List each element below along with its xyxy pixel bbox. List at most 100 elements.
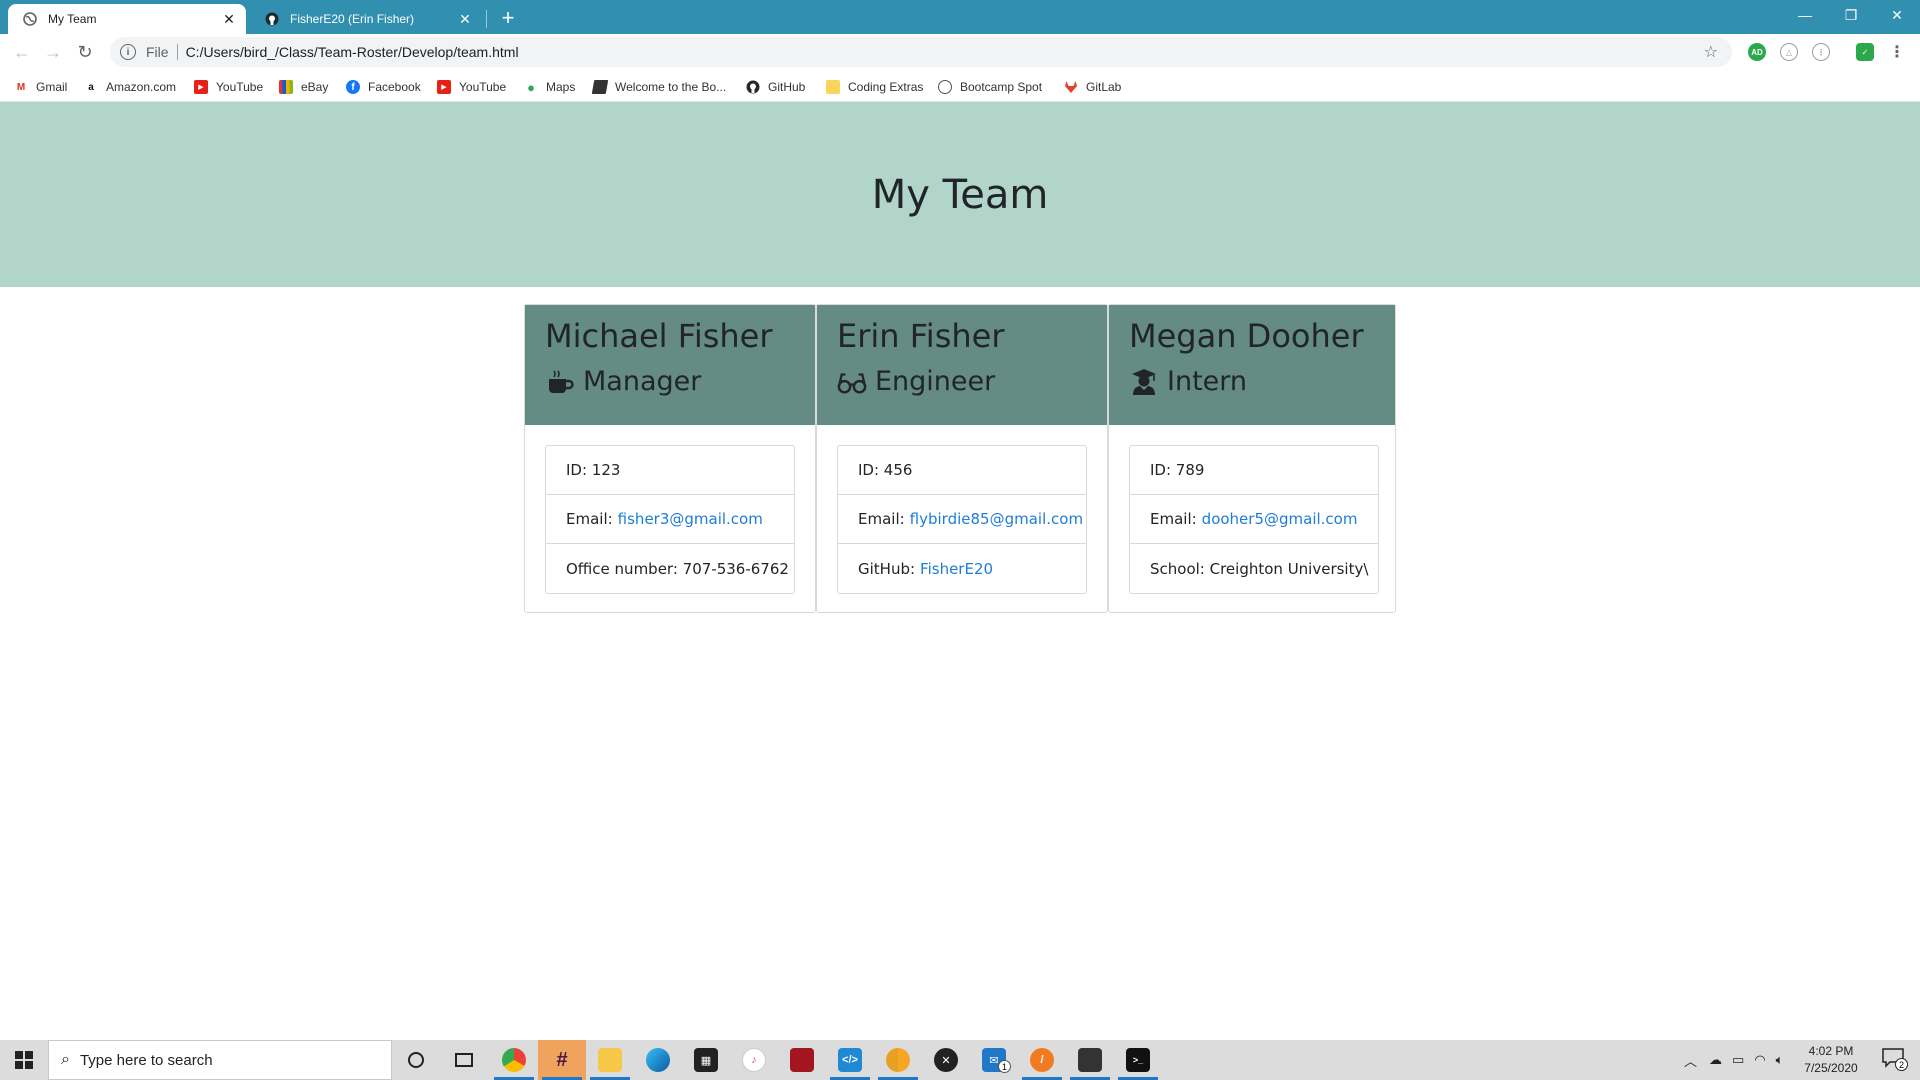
bookmark-github[interactable]: GitHub: [746, 78, 805, 96]
bookmark-bootcamp-spot[interactable]: Bootcamp Spot: [938, 78, 1042, 96]
bookmark-ebay[interactable]: eBay: [279, 78, 328, 96]
windows-start-button[interactable]: [0, 1040, 48, 1080]
email-link[interactable]: fisher3@gmail.com: [618, 510, 763, 528]
email-label: Email:: [1150, 510, 1197, 528]
close-tab-icon[interactable]: ✕: [218, 11, 240, 28]
close-window-button[interactable]: ✕: [1874, 0, 1920, 30]
tab-my-team[interactable]: My Team ✕: [8, 4, 246, 34]
gmail-icon: M: [16, 81, 26, 93]
bookmark-welcome[interactable]: Welcome to the Bo...: [591, 78, 726, 96]
employee-role: Engineer: [837, 366, 995, 397]
bookmark-facebook[interactable]: f Facebook: [346, 78, 421, 96]
tab-github-profile[interactable]: FisherE20 (Erin Fisher) ✕: [250, 4, 482, 34]
bookmark-gmail[interactable]: M Gmail: [14, 78, 68, 96]
menu-kebab-icon[interactable]: ⋮: [1888, 43, 1906, 61]
restore-button[interactable]: ❐: [1828, 0, 1874, 30]
card-header: Erin Fisher Engineer: [817, 305, 1107, 425]
slack-icon: #: [556, 1048, 568, 1071]
shield-extension-icon[interactable]: ✓: [1856, 43, 1874, 61]
task-view-button[interactable]: [440, 1040, 488, 1080]
email-link[interactable]: dooher5@gmail.com: [1202, 510, 1358, 528]
taskbar-search-box[interactable]: ⌕ Type here to search: [48, 1040, 392, 1080]
bookmark-amazon[interactable]: a Amazon.com: [84, 78, 176, 96]
onedrive-icon[interactable]: ☁: [1709, 1052, 1722, 1068]
bookmark-youtube-2[interactable]: ▶ YouTube: [437, 78, 506, 96]
coffee-mug-icon: [545, 367, 575, 397]
forward-button[interactable]: →: [39, 38, 67, 66]
facebook-icon: f: [346, 80, 360, 94]
bookmark-coding-extras[interactable]: Coding Extras: [826, 78, 923, 96]
chevron-up-icon[interactable]: ︿: [1684, 1051, 1697, 1070]
github-label: GitHub:: [858, 559, 916, 578]
info-icon[interactable]: i: [120, 44, 136, 60]
taskbar-terminal[interactable]: >_: [1114, 1040, 1162, 1080]
tab-title: My Team: [48, 12, 97, 26]
cortana-button[interactable]: [392, 1040, 440, 1080]
taskbar-mail[interactable]: ✉ 1: [970, 1040, 1018, 1080]
bookmark-label: Bootcamp Spot: [960, 80, 1043, 94]
bookmark-gitlab[interactable]: GitLab: [1064, 78, 1121, 96]
taskbar-app[interactable]: [778, 1040, 826, 1080]
email-link[interactable]: flybirdie85@gmail.com: [910, 510, 1083, 528]
bookmark-label: Gmail: [36, 80, 68, 94]
role-label: Manager: [583, 366, 702, 397]
system-tray: ︿ ☁ ▭ ◠ 🔈︎: [1684, 1040, 1783, 1080]
folder-icon: [826, 80, 840, 94]
employee-card-manager: Michael Fisher Manager ID: 123 Email: fi…: [524, 304, 816, 613]
globe-icon: [22, 11, 38, 27]
search-placeholder: Type here to search: [79, 1051, 213, 1069]
taskbar-sublime[interactable]: /: [1018, 1040, 1066, 1080]
employee-name: Michael Fisher: [545, 317, 773, 355]
sublime-icon: /: [1030, 1048, 1054, 1072]
github-icon: [264, 11, 280, 27]
taskbar-clock[interactable]: 4:02 PM 7/25/2020: [1796, 1043, 1866, 1077]
folder-icon: [598, 1048, 622, 1072]
new-tab-button[interactable]: +: [494, 4, 522, 32]
taskbar-sticky-notes[interactable]: [1066, 1040, 1114, 1080]
employee-role: Intern: [1129, 366, 1247, 397]
adblock-extension-icon[interactable]: AD: [1748, 43, 1766, 61]
terminal-icon: >_: [1126, 1048, 1150, 1072]
taskbar-chrome[interactable]: [490, 1040, 538, 1080]
taskbar-edge[interactable]: [634, 1040, 682, 1080]
role-label: Intern: [1167, 366, 1248, 397]
employee-details-list: ID: 123 Email: fisher3@gmail.com Office …: [545, 445, 795, 594]
employee-email-row: Email: fisher3@gmail.com: [546, 495, 794, 544]
volume-icon[interactable]: 🔈︎: [1776, 1052, 1784, 1068]
minimize-button[interactable]: —: [1782, 0, 1828, 30]
app-icon: [790, 1048, 814, 1072]
taskbar-itunes[interactable]: ♪: [730, 1040, 778, 1080]
back-button[interactable]: ←: [8, 38, 36, 66]
employee-email-row: Email: flybirdie85@gmail.com: [838, 495, 1086, 544]
taskbar-store[interactable]: ▦: [682, 1040, 730, 1080]
employee-email-row: Email: dooher5@gmail.com: [1130, 495, 1378, 544]
url-text[interactable]: C:/Users/bird_/Class/Team-Roster/Develop…: [186, 44, 519, 60]
reload-button[interactable]: ↻: [71, 38, 99, 66]
graduate-icon: [1129, 367, 1159, 397]
bookmark-star-icon[interactable]: ☆: [1704, 42, 1718, 62]
card-header: Michael Fisher Manager: [525, 305, 815, 425]
employee-details-list: ID: 456 Email: flybirdie85@gmail.com Git…: [837, 445, 1087, 594]
bookmark-maps[interactable]: ● Maps: [524, 78, 575, 96]
vscode-icon: </>: [838, 1048, 862, 1072]
taskbar-chrome-canary[interactable]: [874, 1040, 922, 1080]
taskbar-slack[interactable]: #: [538, 1040, 586, 1080]
taskbar-vscode[interactable]: </>: [826, 1040, 874, 1080]
github-link[interactable]: FisherE20: [920, 560, 993, 578]
address-bar[interactable]: i File C:/Users/bird_/Class/Team-Roster/…: [110, 37, 1732, 67]
email-label: Email:: [858, 510, 905, 528]
taskbar-file-explorer[interactable]: [586, 1040, 634, 1080]
extension-icon[interactable]: ⋮: [1812, 43, 1830, 61]
clock-date: 7/25/2020: [1804, 1061, 1858, 1075]
cortana-icon: [408, 1052, 424, 1068]
bookmark-youtube[interactable]: ▶ YouTube: [194, 78, 263, 96]
close-tab-icon[interactable]: ✕: [454, 11, 476, 28]
github-row: GitHub: FisherE20: [838, 544, 1086, 593]
taskbar-xbox[interactable]: ✕: [922, 1040, 970, 1080]
battery-icon[interactable]: ▭: [1732, 1052, 1744, 1068]
drive-extension-icon[interactable]: △: [1780, 43, 1798, 61]
action-center-button[interactable]: 2: [1882, 1048, 1908, 1072]
wifi-icon[interactable]: ◠: [1754, 1052, 1765, 1068]
bookmark-label: YouTube: [216, 80, 264, 94]
bookmark-label: GitLab: [1086, 80, 1122, 94]
